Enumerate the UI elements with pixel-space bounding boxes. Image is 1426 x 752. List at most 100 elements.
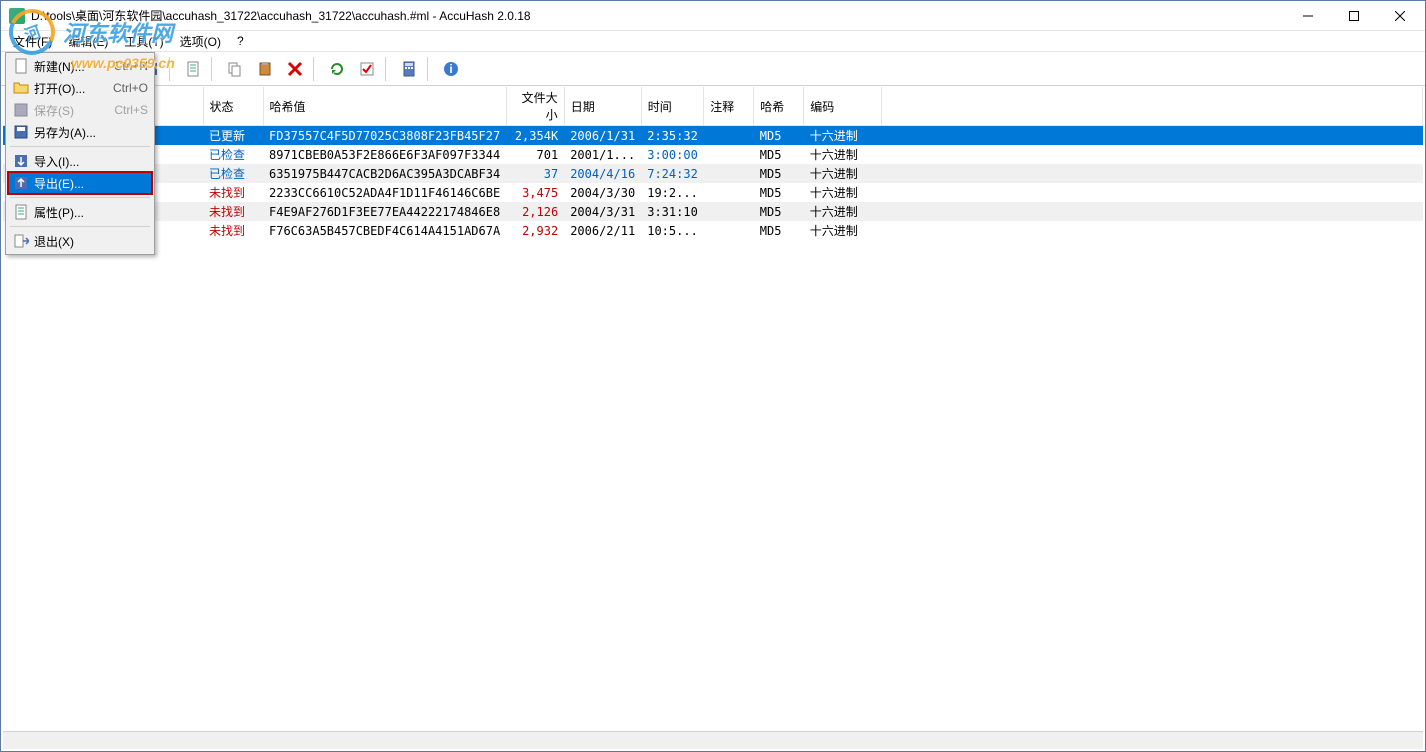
table-cell: 2004/3/30 bbox=[564, 183, 641, 202]
toolbar-props-button[interactable] bbox=[179, 55, 207, 83]
svg-text:i: i bbox=[449, 62, 452, 76]
menu-item-shortcut: Ctrl+O bbox=[113, 81, 148, 95]
paste-icon bbox=[257, 61, 273, 77]
table-cell: 3:31:10 bbox=[641, 202, 704, 221]
saveas-icon bbox=[12, 124, 30, 140]
menu-item-open[interactable]: 打开(O)...Ctrl+O bbox=[8, 77, 152, 99]
table-cell: 8971CBEB0A53F2E866E6F3AF097F3344 bbox=[263, 145, 506, 164]
toolbar-refresh-button[interactable] bbox=[323, 55, 351, 83]
menu-options[interactable]: 选项(O) bbox=[172, 31, 229, 52]
menubar: 文件(F) 编辑(E) 工具(T) 选项(O) ? bbox=[1, 31, 1425, 52]
titlebar: D:\tools\桌面\河东软件园\accuhash_31722\accuhas… bbox=[1, 1, 1425, 31]
calculator-icon bbox=[401, 61, 417, 77]
table-cell bbox=[704, 183, 754, 202]
table-row[interactable]: 已检查8971CBEB0A53F2E866E6F3AF097F334470120… bbox=[3, 145, 1423, 164]
col-date[interactable]: 日期 bbox=[564, 87, 641, 126]
menu-item-saveas[interactable]: 另存为(A)... bbox=[8, 121, 152, 143]
table-cell: 2001/1... bbox=[564, 145, 641, 164]
menu-item-export[interactable]: 导出(E)... bbox=[8, 172, 152, 194]
menu-help[interactable]: ? bbox=[229, 32, 252, 50]
table-cell bbox=[704, 221, 754, 240]
table-cell: 2,126 bbox=[506, 202, 564, 221]
col-algo[interactable]: 哈希 bbox=[754, 87, 804, 126]
table-cell: 2,932 bbox=[506, 221, 564, 240]
toolbar-paste-button[interactable] bbox=[251, 55, 279, 83]
menu-item-label: 另存为(A)... bbox=[34, 124, 148, 141]
maximize-button[interactable] bbox=[1331, 1, 1377, 30]
table-cell: 未找到 bbox=[203, 221, 263, 240]
content-area: 状态 哈希值 文件大小 日期 时间 注释 哈希 编码 已更新FD37557C4F… bbox=[3, 87, 1423, 729]
table-cell: 十六进制 bbox=[804, 221, 882, 240]
table-cell: 2:35:32 bbox=[641, 126, 704, 146]
file-menu-dropdown: 新建(N)...Ctrl+N打开(O)...Ctrl+O保存(S)Ctrl+S另… bbox=[5, 52, 155, 255]
col-time[interactable]: 时间 bbox=[641, 87, 704, 126]
table-cell: MD5 bbox=[754, 183, 804, 202]
table-cell: F4E9AF276D1F3EE77EA44222174846E8 bbox=[263, 202, 506, 221]
table-cell: 十六进制 bbox=[804, 164, 882, 183]
table-cell: 10:5... bbox=[641, 221, 704, 240]
table-cell: 2006/2/11 bbox=[564, 221, 641, 240]
toolbar-calc-button[interactable] bbox=[395, 55, 423, 83]
check-icon bbox=[359, 61, 375, 77]
properties-icon bbox=[185, 61, 201, 77]
menu-tools[interactable]: 工具(T) bbox=[116, 31, 171, 52]
table-cell: 十六进制 bbox=[804, 145, 882, 164]
minimize-button[interactable] bbox=[1285, 1, 1331, 30]
table-cell: 19:2... bbox=[641, 183, 704, 202]
table-body: 已更新FD37557C4F5D77025C3808F23FB45F272,354… bbox=[3, 126, 1423, 241]
statusbar bbox=[3, 731, 1423, 749]
toolbar-check-button[interactable] bbox=[353, 55, 381, 83]
col-size[interactable]: 文件大小 bbox=[506, 87, 564, 126]
col-comment[interactable]: 注释 bbox=[704, 87, 754, 126]
table-cell: 2006/1/31 bbox=[564, 126, 641, 146]
table-row[interactable]: 已更新FD37557C4F5D77025C3808F23FB45F272,354… bbox=[3, 126, 1423, 146]
close-button[interactable] bbox=[1377, 1, 1423, 30]
table-cell: 未找到 bbox=[203, 202, 263, 221]
table-cell: 6351975B447CACB2D6AC395A3DCABF34 bbox=[263, 164, 506, 183]
table-cell: 已检查 bbox=[203, 145, 263, 164]
menu-item-exit[interactable]: 退出(X) bbox=[8, 230, 152, 252]
table-cell bbox=[882, 202, 1423, 221]
table-cell: MD5 bbox=[754, 202, 804, 221]
table-cell bbox=[704, 202, 754, 221]
table-cell: 已检查 bbox=[203, 164, 263, 183]
table-row[interactable]: 未找到F4E9AF276D1F3EE77EA44222174846E82,126… bbox=[3, 202, 1423, 221]
app-icon bbox=[9, 8, 25, 24]
exit-icon bbox=[12, 233, 30, 249]
menu-item-label: 属性(P)... bbox=[34, 204, 148, 221]
menu-item-new[interactable]: 新建(N)...Ctrl+N bbox=[8, 55, 152, 77]
menu-edit[interactable]: 编辑(E) bbox=[60, 31, 116, 52]
window-controls bbox=[1285, 1, 1423, 30]
table-row[interactable]: 未找到2233CC6610C52ADA4F1D11F46146C6BE3,475… bbox=[3, 183, 1423, 202]
col-enc[interactable]: 编码 bbox=[804, 87, 882, 126]
menu-file[interactable]: 文件(F) bbox=[5, 31, 60, 52]
table-cell bbox=[704, 164, 754, 183]
toolbar-delete-button[interactable] bbox=[281, 55, 309, 83]
menu-item-label: 保存(S) bbox=[34, 102, 114, 119]
table-cell bbox=[882, 164, 1423, 183]
table-row[interactable]: 已检查6351975B447CACB2D6AC395A3DCABF3437200… bbox=[3, 164, 1423, 183]
save-icon bbox=[12, 102, 30, 118]
table-cell: 7:24:32 bbox=[641, 164, 704, 183]
toolbar-separator bbox=[313, 57, 319, 81]
hash-table: 状态 哈希值 文件大小 日期 时间 注释 哈希 编码 已更新FD37557C4F… bbox=[3, 87, 1423, 240]
toolbar: i bbox=[1, 52, 1425, 86]
menu-item-props[interactable]: 属性(P)... bbox=[8, 201, 152, 223]
col-spacer bbox=[882, 87, 1423, 126]
col-hash[interactable]: 哈希值 bbox=[263, 87, 506, 126]
menu-item-import[interactable]: 导入(I)... bbox=[8, 150, 152, 172]
info-icon: i bbox=[443, 61, 459, 77]
table-cell: F76C63A5B457CBEDF4C614A4151AD67A bbox=[263, 221, 506, 240]
table-row[interactable]: 未找到F76C63A5B457CBEDF4C614A4151AD67A2,932… bbox=[3, 221, 1423, 240]
delete-x-icon bbox=[287, 61, 303, 77]
export-icon bbox=[12, 175, 30, 191]
table-cell bbox=[704, 145, 754, 164]
toolbar-separator bbox=[385, 57, 391, 81]
toolbar-info-button[interactable]: i bbox=[437, 55, 465, 83]
import-icon bbox=[12, 153, 30, 169]
col-status[interactable]: 状态 bbox=[203, 87, 263, 126]
menu-separator bbox=[10, 146, 150, 147]
toolbar-copy-button[interactable] bbox=[221, 55, 249, 83]
open-icon bbox=[12, 80, 30, 96]
table-cell: 3,475 bbox=[506, 183, 564, 202]
